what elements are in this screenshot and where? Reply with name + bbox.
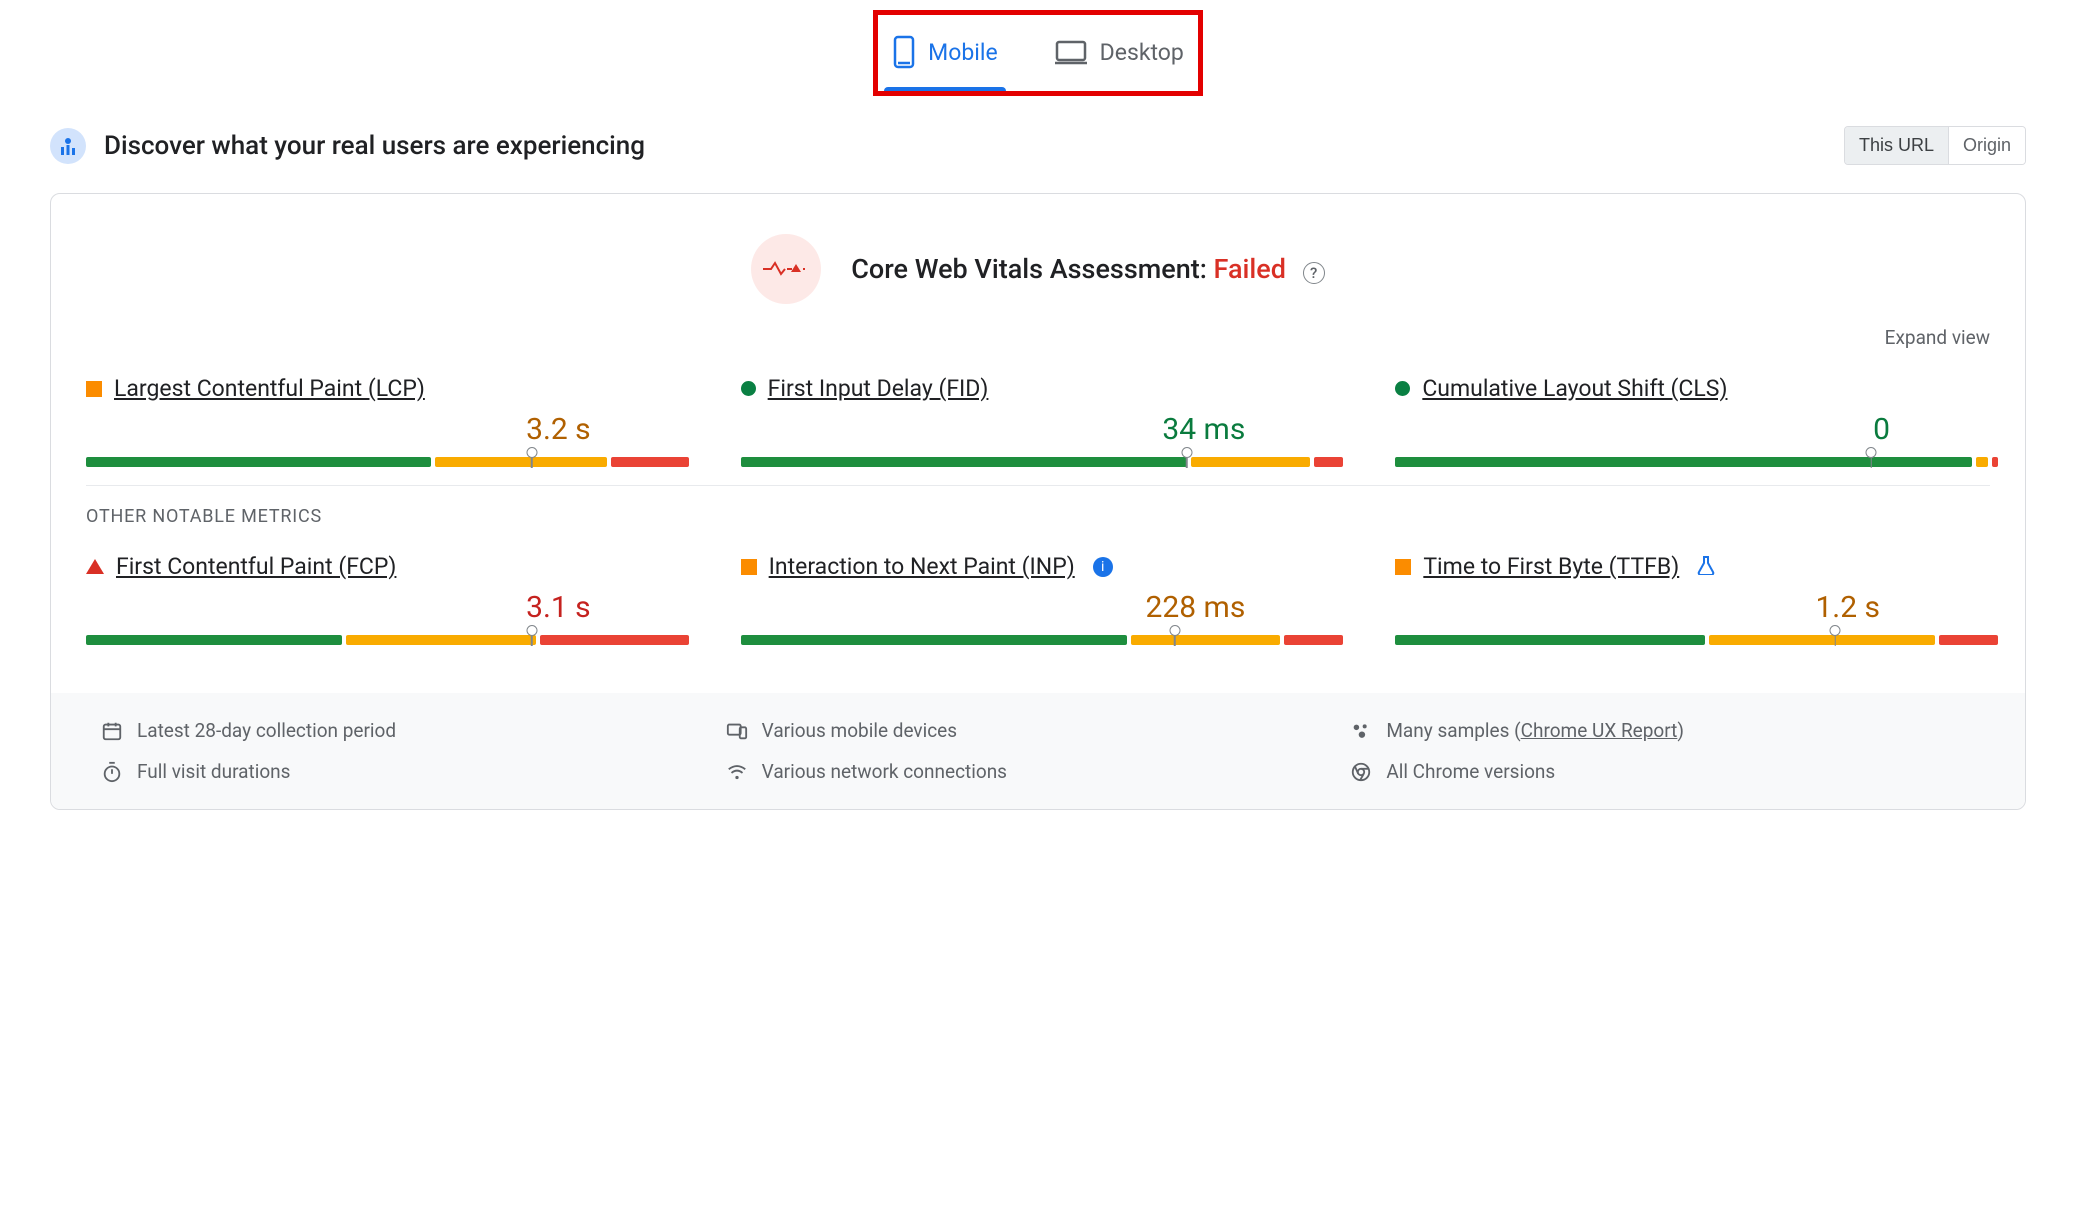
footer-samples: Many samples (Chrome UX Report) (1350, 719, 1975, 742)
assessment-prefix: Core Web Vitals Assessment: (851, 253, 1213, 285)
metric-ttfb-name[interactable]: Time to First Byte (TTFB) (1423, 553, 1679, 580)
marker-icon (1181, 447, 1192, 458)
metric-fcp-value: 3.1 s (86, 590, 681, 625)
metric-fid-value: 34 ms (741, 412, 1336, 447)
footer-network-text: Various network connections (762, 760, 1007, 783)
tab-mobile-label: Mobile (928, 39, 998, 66)
scope-this-url[interactable]: This URL (1845, 127, 1948, 164)
assessment-row: Core Web Vitals Assessment: Failed ? (86, 234, 1990, 304)
metric-inp-value: 228 ms (741, 590, 1336, 625)
assessment-status: Failed (1214, 253, 1286, 285)
chrome-icon (1350, 761, 1372, 783)
status-square-orange-icon (86, 381, 102, 397)
metric-lcp-name[interactable]: Largest Contentful Paint (LCP) (114, 375, 425, 402)
page-title: Discover what your real users are experi… (104, 131, 645, 161)
device-tabs-highlight: Mobile Desktop (873, 10, 1203, 96)
footer-period: Latest 28-day collection period (101, 719, 726, 742)
scope-toggle: This URL Origin (1844, 126, 2026, 165)
metric-fcp-bar (86, 635, 681, 645)
metric-lcp: Largest Contentful Paint (LCP) 3.2 s (86, 375, 681, 467)
footer-chrome-text: All Chrome versions (1386, 760, 1555, 783)
calendar-icon (101, 720, 123, 742)
assessment-text: Core Web Vitals Assessment: Failed ? (851, 253, 1324, 285)
other-metrics-grid: First Contentful Paint (FCP) 3.1 s Inter… (86, 553, 1990, 663)
samples-icon (1350, 720, 1372, 742)
footer-period-text: Latest 28-day collection period (137, 719, 396, 742)
tab-desktop[interactable]: Desktop (1046, 25, 1192, 91)
other-metrics-label: OTHER NOTABLE METRICS (86, 506, 1990, 527)
metric-ttfb: Time to First Byte (TTFB) 1.2 s (1395, 553, 1990, 645)
footer-samples-prefix: Many samples ( (1386, 719, 1520, 742)
help-icon[interactable]: ? (1303, 262, 1325, 284)
core-metrics-grid: Largest Contentful Paint (LCP) 3.2 s Fir… (86, 375, 1990, 485)
status-circle-green-icon (741, 381, 756, 396)
scope-origin[interactable]: Origin (1948, 127, 2025, 164)
vitals-card: Core Web Vitals Assessment: Failed ? Exp… (50, 193, 2026, 810)
metric-fid: First Input Delay (FID) 34 ms (741, 375, 1336, 467)
metric-fcp: First Contentful Paint (FCP) 3.1 s (86, 553, 681, 645)
header-row: Discover what your real users are experi… (50, 126, 2026, 165)
marker-icon (1169, 625, 1180, 636)
tab-mobile[interactable]: Mobile (884, 25, 1006, 91)
footer-chrome: All Chrome versions (1350, 760, 1975, 783)
marker-icon (526, 625, 537, 636)
wifi-icon (726, 761, 748, 783)
chrome-ux-report-link[interactable]: Chrome UX Report (1521, 719, 1678, 742)
footer-duration-text: Full visit durations (137, 760, 290, 783)
status-square-orange-icon (741, 559, 757, 575)
metric-ttfb-bar (1395, 635, 1990, 645)
status-square-orange-icon (1395, 559, 1411, 575)
metric-fcp-name[interactable]: First Contentful Paint (FCP) (116, 553, 396, 580)
footer-info: Latest 28-day collection period Various … (51, 693, 2025, 809)
stopwatch-icon (101, 761, 123, 783)
metric-lcp-value: 3.2 s (86, 412, 681, 447)
marker-icon (526, 447, 537, 458)
footer-devices: Various mobile devices (726, 719, 1351, 742)
metric-cls-bar (1395, 457, 1990, 467)
header-left: Discover what your real users are experi… (50, 128, 645, 164)
footer-duration: Full visit durations (101, 760, 726, 783)
pulse-icon (751, 234, 821, 304)
desktop-icon (1054, 39, 1088, 65)
marker-icon (1866, 447, 1877, 458)
metric-cls-name[interactable]: Cumulative Layout Shift (CLS) (1422, 375, 1727, 402)
expand-view-link[interactable]: Expand view (86, 326, 1990, 349)
footer-network: Various network connections (726, 760, 1351, 783)
flask-icon[interactable] (1697, 555, 1715, 579)
marker-icon (1830, 625, 1841, 636)
devices-icon (726, 720, 748, 742)
metric-fid-name[interactable]: First Input Delay (FID) (768, 375, 989, 402)
tab-desktop-label: Desktop (1100, 39, 1184, 66)
metric-fid-bar (741, 457, 1336, 467)
info-icon[interactable]: i (1093, 557, 1113, 577)
divider (86, 485, 1990, 486)
metric-inp-name[interactable]: Interaction to Next Paint (INP) (769, 553, 1075, 580)
status-triangle-red-icon (86, 559, 104, 574)
metric-cls-value: 0 (1395, 412, 1990, 447)
status-circle-green-icon (1395, 381, 1410, 396)
footer-samples-suffix: ) (1677, 719, 1684, 742)
footer-devices-text: Various mobile devices (762, 719, 957, 742)
people-icon (50, 128, 86, 164)
metric-cls: Cumulative Layout Shift (CLS) 0 (1395, 375, 1990, 467)
metric-ttfb-value: 1.2 s (1395, 590, 1990, 625)
metric-lcp-bar (86, 457, 681, 467)
mobile-icon (892, 35, 916, 69)
metric-inp-bar (741, 635, 1336, 645)
metric-inp: Interaction to Next Paint (INP) i 228 ms (741, 553, 1336, 645)
